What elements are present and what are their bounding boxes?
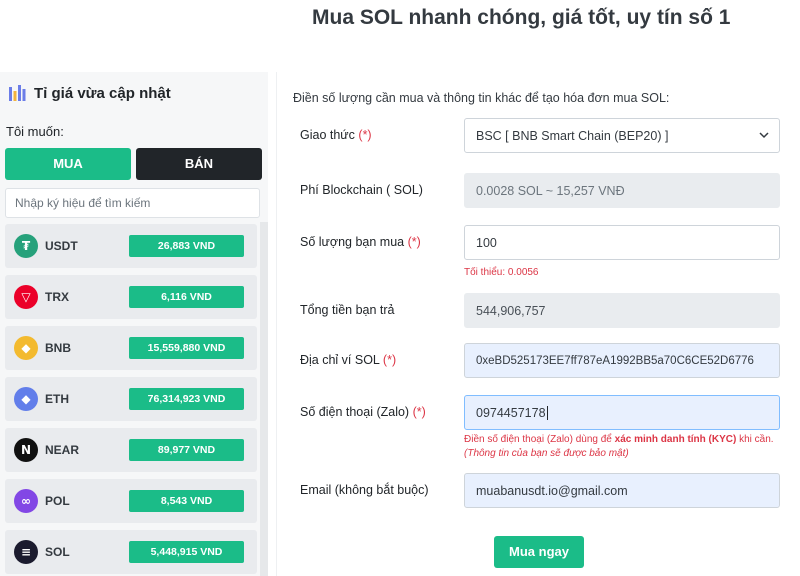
phone-input[interactable]: 0974457178 <box>464 395 780 430</box>
phone-hint: Điền số điện thoại (Zalo) dùng để xác mi… <box>464 434 774 445</box>
coin-symbol: NEAR <box>45 443 80 457</box>
coin-symbol: SOL <box>45 545 70 559</box>
ethereum-icon: ◆ <box>14 387 38 411</box>
sell-tab-button[interactable]: BÁN <box>136 148 262 180</box>
protocol-label: Giao thức (*) <box>300 128 372 142</box>
coin-symbol: TRX <box>45 290 69 304</box>
coin-item-usdt[interactable]: ₮ USDT 26,883 VND <box>5 224 257 268</box>
tron-icon: ▽ <box>14 285 38 309</box>
coin-item-trx[interactable]: ▽ TRX 6,116 VND <box>5 275 257 319</box>
total-field: 544,906,757 <box>464 293 780 328</box>
coin-price-badge: 5,448,915 VND <box>129 541 244 563</box>
buy-now-button[interactable]: Mua ngay <box>494 536 584 568</box>
email-input[interactable]: muabanusdt.io@gmail.com <box>464 473 780 508</box>
coin-item-near[interactable]: N NEAR 89,977 VND <box>5 428 257 472</box>
total-label: Tổng tiền bạn trả <box>300 303 395 317</box>
rates-panel: Tỉ giá vừa cập nhật Tôi muốn: MUA BÁN ₮ U… <box>0 72 268 576</box>
near-icon: N <box>14 438 38 462</box>
coin-list-scrollbar[interactable] <box>260 222 268 576</box>
phone-label: Số điện thoại (Zalo) (*) <box>300 405 426 419</box>
amount-hint: Tối thiểu: 0.0056 <box>464 267 539 278</box>
coin-price-badge: 15,559,880 VND <box>129 337 244 359</box>
rates-title: Tỉ giá vừa cập nhật <box>34 84 171 102</box>
coin-price-badge: 76,314,923 VND <box>129 388 244 410</box>
phone-privacy-note: (Thông tin của bạn sẽ được bảo mật) <box>464 448 629 459</box>
coin-price-badge: 89,977 VND <box>129 439 244 461</box>
rates-header: Tỉ giá vừa cập nhật <box>0 72 268 114</box>
coin-symbol: POL <box>45 494 70 508</box>
coin-item-bnb[interactable]: ◆ BNB 15,559,880 VND <box>5 326 257 370</box>
coin-symbol: ETH <box>45 392 69 406</box>
amount-label: Số lượng bạn mua (*) <box>300 235 421 249</box>
order-form-panel: Điền số lượng cần mua và thông tin khác … <box>276 72 800 576</box>
coin-list: ₮ USDT 26,883 VND ▽ TRX 6,116 VND ◆ BNB 15,559,8… <box>5 224 257 576</box>
bar-chart-icon <box>9 85 26 101</box>
coin-item-eth[interactable]: ◆ ETH 76,314,923 VND <box>5 377 257 421</box>
chevron-down-icon <box>759 132 769 139</box>
fee-field: 0.0028 SOL ~ 15,257 VNĐ <box>464 173 780 208</box>
wallet-label: Địa chỉ ví SOL (*) <box>300 353 397 367</box>
coin-item-pol[interactable]: ∞ POL 8,543 VND <box>5 479 257 523</box>
page-title: Mua SOL nhanh chóng, giá tốt, uy tín số … <box>312 6 731 29</box>
coin-symbol: USDT <box>45 239 78 253</box>
coin-search-input[interactable] <box>5 188 260 218</box>
text-cursor <box>546 406 548 420</box>
coin-symbol: BNB <box>45 341 71 355</box>
protocol-select[interactable]: BSC [ BNB Smart Chain (BEP20) ] <box>464 118 780 153</box>
fee-label: Phí Blockchain ( SOL) <box>300 183 423 197</box>
want-label: Tôi muốn: <box>6 124 64 139</box>
amount-input[interactable]: 100 <box>464 225 780 260</box>
solana-icon: ≡ <box>14 540 38 564</box>
wallet-input[interactable]: 0xeBD525173EE7ff787eA1992BB5a70C6CE52D67… <box>464 343 780 378</box>
bnb-icon: ◆ <box>14 336 38 360</box>
polygon-icon: ∞ <box>14 489 38 513</box>
coin-price-badge: 6,116 VND <box>129 286 244 308</box>
coin-price-badge: 8,543 VND <box>129 490 244 512</box>
buy-tab-button[interactable]: MUA <box>5 148 131 180</box>
email-label: Email (không bắt buộc) <box>300 483 429 497</box>
coin-item-sol[interactable]: ≡ SOL 5,448,915 VND <box>5 530 257 574</box>
form-intro: Điền số lượng cần mua và thông tin khác … <box>293 91 670 105</box>
coin-price-badge: 26,883 VND <box>129 235 244 257</box>
tether-icon: ₮ <box>14 234 38 258</box>
